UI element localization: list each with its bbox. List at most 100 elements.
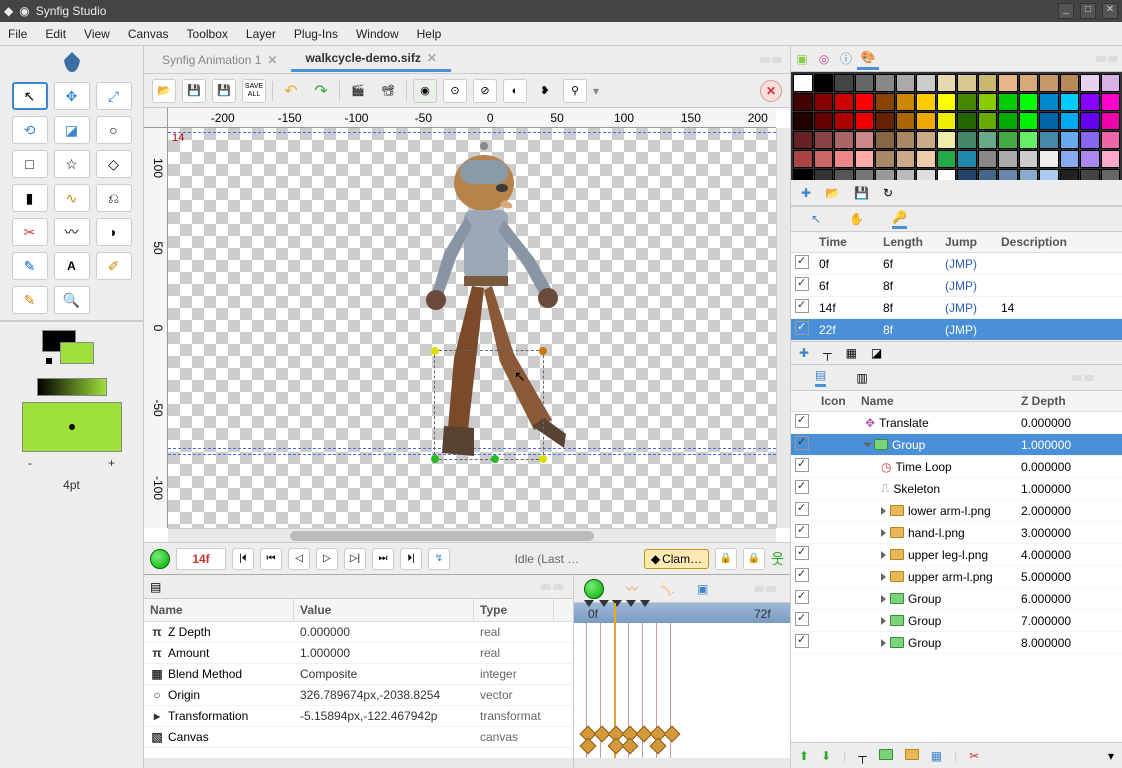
palette-cell[interactable]: [814, 150, 834, 168]
palette-cell[interactable]: [896, 150, 916, 168]
palette-cell[interactable]: [1019, 74, 1039, 92]
palette-cell[interactable]: [1080, 131, 1100, 149]
palette-cell[interactable]: [1080, 112, 1100, 130]
width-tool[interactable]: ◗: [96, 218, 132, 246]
menu-layer[interactable]: Layer: [246, 27, 276, 41]
fill-color-swatch[interactable]: [60, 342, 94, 364]
palette-cell[interactable]: [834, 93, 854, 111]
text-tool[interactable]: A: [54, 252, 90, 280]
navigate-tab-icon[interactable]: ◎: [813, 48, 835, 70]
open-palette-icon[interactable]: 📂: [825, 186, 840, 200]
palette-cell[interactable]: [896, 131, 916, 149]
palette-cell[interactable]: [978, 131, 998, 149]
keyframe-row[interactable]: 0f6f(JMP): [791, 253, 1122, 275]
onion-3-icon[interactable]: ⊘: [473, 79, 497, 103]
param-row[interactable]: ▧Canvascanvas: [144, 727, 573, 748]
loop-icon[interactable]: ↯: [428, 548, 450, 570]
lock-keyframe-icon[interactable]: 🔒: [743, 548, 765, 570]
open-layer-icon[interactable]: [879, 749, 893, 763]
palette-cell[interactable]: [937, 93, 957, 111]
layer-row[interactable]: ✥ Translate0.000000: [791, 412, 1122, 434]
new-layer-icon[interactable]: ┬: [858, 749, 867, 763]
pointer-icon[interactable]: ↖: [811, 212, 821, 226]
palette-cell[interactable]: [1060, 112, 1080, 130]
layer-row[interactable]: lower arm-l.png2.000000: [791, 500, 1122, 522]
palette-cell[interactable]: [1039, 131, 1059, 149]
zoom-tool[interactable]: 🔍: [54, 286, 90, 314]
curve-icon[interactable]: 〰: [626, 580, 638, 597]
prev-keyframe-button[interactable]: ⏮: [260, 548, 282, 570]
palette-cell[interactable]: [1080, 93, 1100, 111]
redo-icon[interactable]: ↷: [309, 79, 333, 103]
save-all-icon[interactable]: SAVE ALL: [242, 79, 266, 103]
add-color-icon[interactable]: ✚: [801, 186, 811, 200]
sets-tab-icon[interactable]: ▥: [856, 371, 867, 385]
play-button[interactable]: ▷: [316, 548, 338, 570]
mirror-tool[interactable]: ◪: [54, 116, 90, 144]
next-frame-button[interactable]: ▷|: [344, 548, 366, 570]
palette-cell[interactable]: [937, 74, 957, 92]
select-tool[interactable]: ↖: [12, 82, 48, 110]
palette-cell[interactable]: [916, 74, 936, 92]
param-row[interactable]: πAmount1.000000real: [144, 643, 573, 664]
palette-cell[interactable]: [1101, 112, 1121, 130]
palette-cell[interactable]: [875, 93, 895, 111]
layer-row[interactable]: upper leg-l.png4.000000: [791, 544, 1122, 566]
handle-icon[interactable]: [431, 347, 439, 355]
save-palette-icon[interactable]: 💾: [854, 186, 869, 200]
layer-row[interactable]: upper arm-l.png5.000000: [791, 566, 1122, 588]
lock-aspect-icon[interactable]: 🔒: [715, 548, 737, 570]
add-layer-icon[interactable]: ✚: [799, 346, 809, 360]
cut-layer-icon[interactable]: ✂: [969, 749, 979, 763]
palette-cell[interactable]: [855, 150, 875, 168]
palette-cell[interactable]: [998, 74, 1018, 92]
trash-icon[interactable]: ▦: [931, 749, 942, 763]
circle-tool[interactable]: ○: [96, 116, 132, 144]
palette-cell[interactable]: [937, 150, 957, 168]
palette-cell[interactable]: [957, 150, 977, 168]
param-row[interactable]: ▦Blend MethodCompositeinteger: [144, 664, 573, 685]
layer-row[interactable]: ⎍ Skeleton1.000000: [791, 478, 1122, 500]
save-icon[interactable]: 💾: [182, 79, 206, 103]
palette-cell[interactable]: [916, 112, 936, 130]
palette-cell[interactable]: [978, 93, 998, 111]
rotate-tool[interactable]: ⟲: [12, 116, 48, 144]
canvas-viewport[interactable]: [168, 128, 776, 528]
menu-view[interactable]: View: [84, 27, 110, 41]
palette-cell[interactable]: [978, 112, 998, 130]
palette-cell[interactable]: [1039, 93, 1059, 111]
palette-cell[interactable]: [1080, 74, 1100, 92]
vertical-scrollbar[interactable]: [776, 128, 790, 528]
palette-cell[interactable]: [875, 131, 895, 149]
menu-canvas[interactable]: Canvas: [128, 27, 169, 41]
palette-cell[interactable]: [916, 93, 936, 111]
palette-cell[interactable]: [855, 93, 875, 111]
close-button[interactable]: ✕: [1102, 3, 1118, 19]
size-plus[interactable]: +: [108, 456, 115, 470]
handle-icon[interactable]: [431, 455, 439, 463]
palette-tab-icon[interactable]: 🎨: [857, 48, 879, 70]
param-row[interactable]: πZ Depth0.000000real: [144, 622, 573, 643]
horizontal-scrollbar[interactable]: [168, 528, 776, 542]
onion-1-icon[interactable]: ◉: [413, 79, 437, 103]
palette-cell[interactable]: [916, 131, 936, 149]
palette-cell[interactable]: [1101, 93, 1121, 111]
palette-cell[interactable]: [793, 112, 813, 130]
palette-cell[interactable]: [814, 131, 834, 149]
menu-help[interactable]: Help: [417, 27, 442, 41]
params-scrollbar[interactable]: [144, 758, 573, 768]
maximize-button[interactable]: □: [1080, 3, 1096, 19]
playhead[interactable]: [614, 603, 616, 623]
palette-cell[interactable]: [1060, 131, 1080, 149]
palette-cell[interactable]: [793, 93, 813, 111]
palette-cell[interactable]: [896, 112, 916, 130]
handle-icon[interactable]: ⚲: [563, 79, 587, 103]
palette-cell[interactable]: [998, 112, 1018, 130]
animate-toggle-icon[interactable]: [150, 549, 170, 569]
hand-icon[interactable]: ✋: [849, 212, 864, 226]
palette-cell[interactable]: [1019, 131, 1039, 149]
palette-cell[interactable]: [937, 112, 957, 130]
onion-4-icon[interactable]: ◐: [503, 79, 527, 103]
current-frame-input[interactable]: [176, 548, 226, 570]
menu-plugins[interactable]: Plug-Ins: [294, 27, 338, 41]
